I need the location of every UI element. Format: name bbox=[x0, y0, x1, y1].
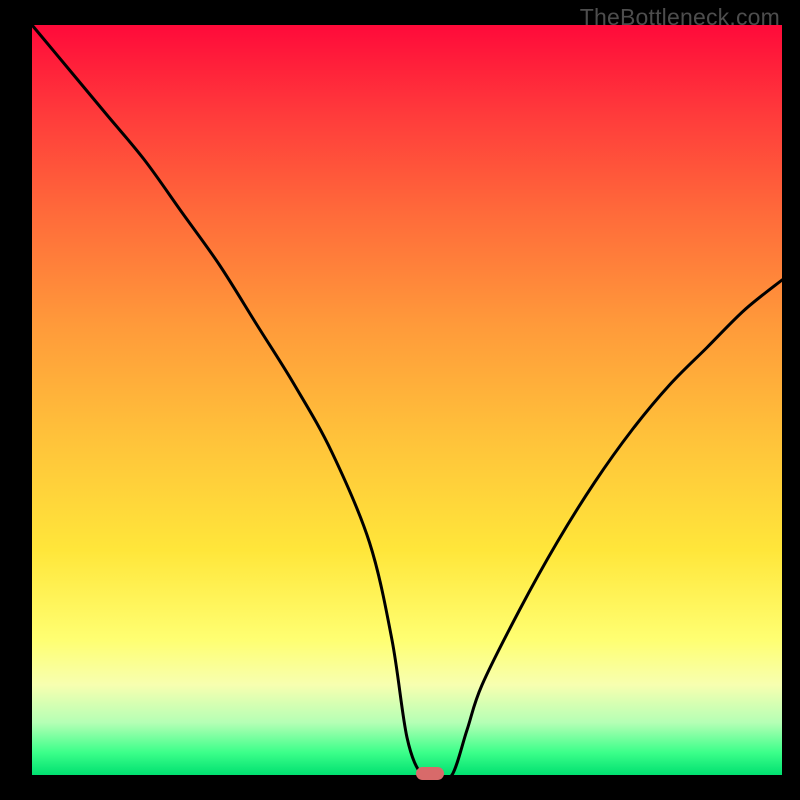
optimal-marker bbox=[416, 767, 444, 780]
bottleneck-curve bbox=[0, 0, 800, 800]
chart-frame: TheBottleneck.com bbox=[0, 0, 800, 800]
watermark-text: TheBottleneck.com bbox=[580, 4, 780, 31]
